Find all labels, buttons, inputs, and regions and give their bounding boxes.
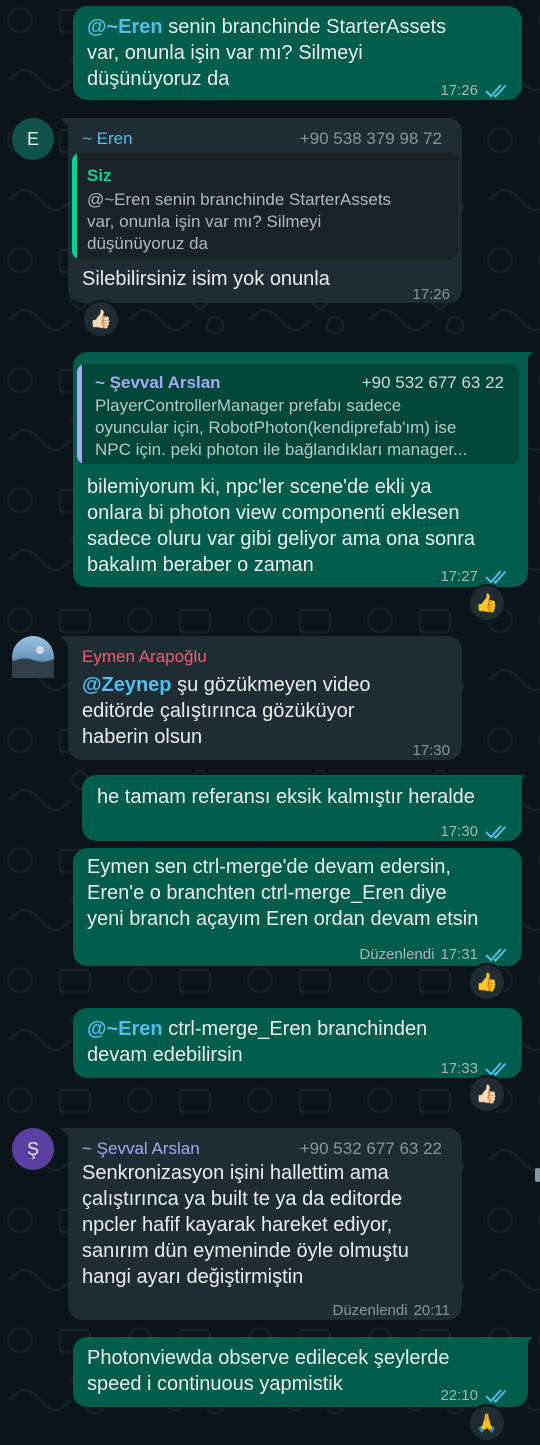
sender-name[interactable]: ~ Şevval Arslan (82, 1136, 200, 1161)
quote-author: Siz (87, 166, 112, 185)
quote-text: PlayerControllerManager prefabı sadece (95, 396, 402, 415)
reaction-badge[interactable]: 👍 (468, 584, 506, 622)
message-text: Eren'e o branchten ctrl-merge_Eren diye (87, 882, 447, 904)
double-check-read-icon (485, 947, 507, 962)
quoted-message[interactable]: ~ Şevval Arslan +90 532 677 63 22 Player… (77, 364, 519, 464)
message-meta: 17:30 (440, 819, 510, 844)
message-text: düşünüyoruz da (87, 68, 230, 90)
message-text: devam edebilirsin (87, 1044, 243, 1066)
message-time: 17:30 (412, 742, 450, 759)
message-bubble-outgoing[interactable]: ~ Şevval Arslan +90 532 677 63 22 Player… (73, 352, 528, 587)
message-meta: Düzenlendi 20:11 (333, 1298, 451, 1323)
message-text: Senkronizasyon işini hallettim ama (82, 1162, 389, 1184)
message-text: @Zeynep şu gözükmeyen video (82, 674, 371, 696)
message-bubble-outgoing[interactable]: Photonviewda observe edilecek şeylerde s… (73, 1337, 528, 1407)
reaction-badge[interactable]: 👍🏻 (468, 1075, 506, 1113)
message-meta: 17:26 (440, 78, 510, 103)
message-text: Silebilirsiniz isim yok onunla (82, 268, 330, 290)
message-time: 17:27 (440, 568, 478, 585)
message-meta: 17:26 (412, 282, 450, 307)
message-time: 17:26 (440, 82, 478, 99)
message-text: Photonviewda observe edilecek şeylerde (87, 1347, 450, 1369)
message-meta: 17:27 (440, 564, 510, 589)
praying-hands-icon: 🙏 (475, 1412, 499, 1433)
avatar-letter: E (26, 128, 39, 149)
sender-phone: +90 532 677 63 22 (299, 1139, 442, 1158)
message-text: çalıştırınca ya built te ya da editorde (82, 1188, 403, 1210)
quote-bar (72, 153, 77, 259)
message-bubble-incoming[interactable]: Eymen Arapoğlu @Zeynep şu gözükmeyen vid… (68, 636, 462, 760)
edited-label: Düzenlendi (332, 1302, 408, 1319)
avatar[interactable]: Ş (12, 1128, 54, 1170)
message-bubble-outgoing[interactable]: Eymen sen ctrl-merge'de devam edersin, E… (73, 848, 522, 966)
message-text: @~Eren senin branchinde StarterAssets (87, 16, 447, 38)
thumbs-up-icon: 👍 (475, 971, 499, 992)
message-text: sadece oluru var gibi geliyor ama ona so… (87, 528, 475, 550)
thumbs-up-icon: 👍🏻 (475, 1083, 499, 1104)
quote-text: @~Eren senin branchinde StarterAssets (87, 190, 392, 209)
reaction-badge[interactable]: 👍 (468, 963, 506, 1001)
avatar-letter: Ş (26, 1138, 39, 1159)
message-text: speed i continuous yapmistik (87, 1373, 343, 1395)
reaction-badge[interactable]: 🙏 (468, 1404, 506, 1442)
message-text: hangi ayarı değiştirmiştin (82, 1266, 304, 1288)
message-bubble-outgoing[interactable]: he tamam referansı eksik kalmıştır heral… (82, 775, 522, 841)
message-text: bilemiyorum ki, npc'ler scene'de ekli ya (87, 476, 432, 498)
quote-text: NPC için. peki photon ile bağlandıkları … (95, 440, 468, 459)
avatar[interactable] (12, 636, 54, 678)
message-bubble-outgoing[interactable]: @~Eren senin branchinde StarterAssets va… (73, 6, 522, 100)
quoted-message[interactable]: Siz @~Eren senin branchinde StarterAsset… (72, 153, 458, 259)
quote-text: var, onunla işin var mı? Silmeyi (87, 212, 322, 231)
double-check-read-icon (485, 569, 507, 584)
message-time: 20:11 (413, 1302, 450, 1319)
scrollbar[interactable] (535, 1168, 540, 1182)
message-bubble-outgoing[interactable]: @~Eren ctrl-merge_Eren branchinden devam… (73, 1008, 522, 1078)
message-text: editörde çalıştırınca gözüküyor (82, 700, 355, 722)
thumbs-up-icon: 👍 (475, 592, 499, 613)
quote-bar (77, 364, 82, 464)
message-text: yeni branch açayım Eren ordan devam etsi… (87, 908, 479, 930)
quote-phone: +90 532 677 63 22 (361, 373, 504, 392)
double-check-read-icon (485, 824, 507, 839)
thumbs-up-icon: 👍🏻 (89, 308, 113, 329)
message-time: 22:10 (440, 1387, 478, 1404)
message-time: 17:30 (440, 823, 478, 840)
sender-phone: +90 538 379 98 72 (299, 129, 442, 148)
edited-label: Düzenlendi (359, 946, 435, 963)
message-meta: 17:30 (412, 738, 450, 763)
mention-link[interactable]: @~Eren (87, 16, 163, 38)
message-time: 17:33 (440, 1060, 478, 1077)
message-bubble-incoming[interactable]: ~ Şevval Arslan +90 532 677 63 22 Senkro… (68, 1128, 462, 1320)
message-time: 17:31 (440, 946, 478, 963)
message-text: bakalım beraber o zaman (87, 554, 314, 576)
message-meta: 17:33 (440, 1056, 510, 1081)
message-text: haberin olsun (82, 726, 203, 748)
sender-name[interactable]: ~ Eren (82, 126, 133, 151)
message-text: npcler hafif kayarak hareket ediyor, (82, 1214, 393, 1236)
mention-link[interactable]: @Zeynep (82, 674, 172, 696)
message-text: var, onunla işin var mı? Silmeyi (87, 42, 363, 64)
profile-photo-icon (12, 646, 54, 678)
message-meta: 22:10 (440, 1383, 510, 1408)
quote-text: oyuncular için, RobotPhoton(kendiprefab'… (95, 418, 457, 437)
message-text: sanırım dün eymeninde öyle olmuştu (82, 1240, 409, 1262)
message-text: Eymen sen ctrl-merge'de devam edersin, (87, 856, 451, 878)
quote-text: düşünüyoruz da (87, 234, 208, 253)
message-text: @~Eren ctrl-merge_Eren branchinden (87, 1018, 428, 1040)
message-time: 17:26 (412, 286, 450, 303)
message-bubble-incoming[interactable]: ~ Eren +90 538 379 98 72 Siz @~Eren seni… (68, 118, 462, 303)
double-check-read-icon (485, 83, 507, 98)
quote-author: ~ Şevval Arslan (95, 373, 221, 392)
avatar[interactable]: E (12, 118, 54, 160)
reaction-badge[interactable]: 👍🏻 (82, 300, 120, 338)
mention-link[interactable]: @~Eren (87, 1018, 163, 1040)
message-text: he tamam referansı eksik kalmıştır heral… (97, 786, 475, 808)
sender-name[interactable]: Eymen Arapoğlu (82, 644, 207, 669)
double-check-read-icon (485, 1388, 507, 1403)
message-text: onlara bi photon view componenti eklesen (87, 502, 460, 524)
